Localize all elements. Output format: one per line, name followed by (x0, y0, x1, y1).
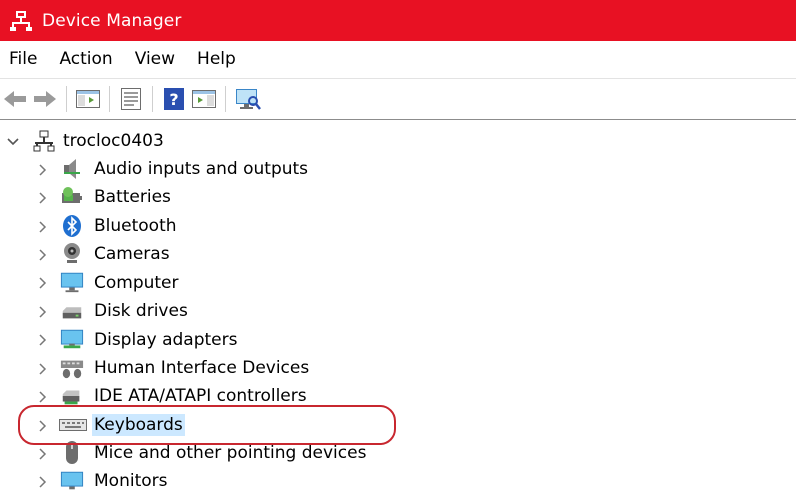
computer-icon (60, 270, 84, 294)
menu-action[interactable]: Action (48, 41, 123, 77)
tree-item-label: Audio inputs and outputs (94, 159, 309, 179)
menu-bar: File Action View Help (0, 41, 796, 77)
device-manager-app-icon (8, 8, 34, 34)
camera-icon (60, 242, 84, 266)
window-title: Device Manager (42, 10, 182, 31)
tree-item-label: IDE ATA/ATAPI controllers (94, 386, 307, 406)
chevron-right-icon[interactable] (35, 362, 49, 376)
tree-item-label: Cameras (94, 244, 170, 264)
svg-text:?: ? (169, 90, 178, 109)
chevron-right-icon[interactable] (35, 248, 49, 262)
keyboards-highlight-annotation (18, 405, 396, 445)
chevron-right-icon[interactable] (35, 333, 49, 347)
computer-network-icon (32, 129, 56, 153)
chevron-right-icon[interactable] (35, 475, 49, 489)
back-icon[interactable] (0, 84, 30, 114)
monitor-icon (60, 469, 84, 493)
tree-item-label: Computer (94, 273, 179, 293)
chevron-right-icon[interactable] (35, 276, 49, 290)
display-adapter-icon (60, 327, 84, 351)
chevron-right-icon[interactable] (35, 390, 49, 404)
disk-drive-icon (60, 299, 84, 323)
toolbar: ? (0, 78, 796, 120)
menu-help[interactable]: Help (186, 41, 247, 77)
help-icon[interactable]: ? (159, 84, 189, 114)
forward-icon[interactable] (30, 84, 60, 114)
computer-name: trocloc0403 (63, 131, 164, 151)
tree-item-label: Bluetooth (94, 216, 177, 236)
chevron-right-icon[interactable] (35, 163, 49, 177)
hid-icon (60, 356, 84, 380)
tree-item-label: Monitors (94, 471, 168, 491)
title-bar: Device Manager (0, 0, 796, 41)
chevron-right-icon[interactable] (35, 191, 49, 205)
toolbar-separator (109, 86, 110, 112)
tree-item-label: Human Interface Devices (94, 358, 310, 378)
show-hide-console-tree-icon[interactable] (73, 84, 103, 114)
tree-item-label: Mice and other pointing devices (94, 443, 367, 463)
properties-icon[interactable] (116, 84, 146, 114)
chevron-right-icon[interactable] (35, 305, 49, 319)
bluetooth-icon (60, 214, 84, 238)
tree-item-label: Disk drives (94, 301, 188, 321)
menu-file[interactable]: File (0, 41, 48, 77)
chevron-right-icon[interactable] (35, 220, 49, 234)
menu-view[interactable]: View (124, 41, 186, 77)
toolbar-separator (152, 86, 153, 112)
speaker-icon (60, 157, 84, 181)
chevron-right-icon[interactable] (35, 447, 49, 461)
tree-item-label: Batteries (94, 187, 171, 207)
scan-hardware-icon[interactable] (232, 84, 262, 114)
toolbar-separator (66, 86, 67, 112)
chevron-down-icon[interactable] (6, 135, 20, 149)
tree-item-label: Display adapters (94, 330, 238, 350)
toolbar-separator (225, 86, 226, 112)
action-pane-icon[interactable] (189, 84, 219, 114)
battery-icon (60, 185, 84, 209)
